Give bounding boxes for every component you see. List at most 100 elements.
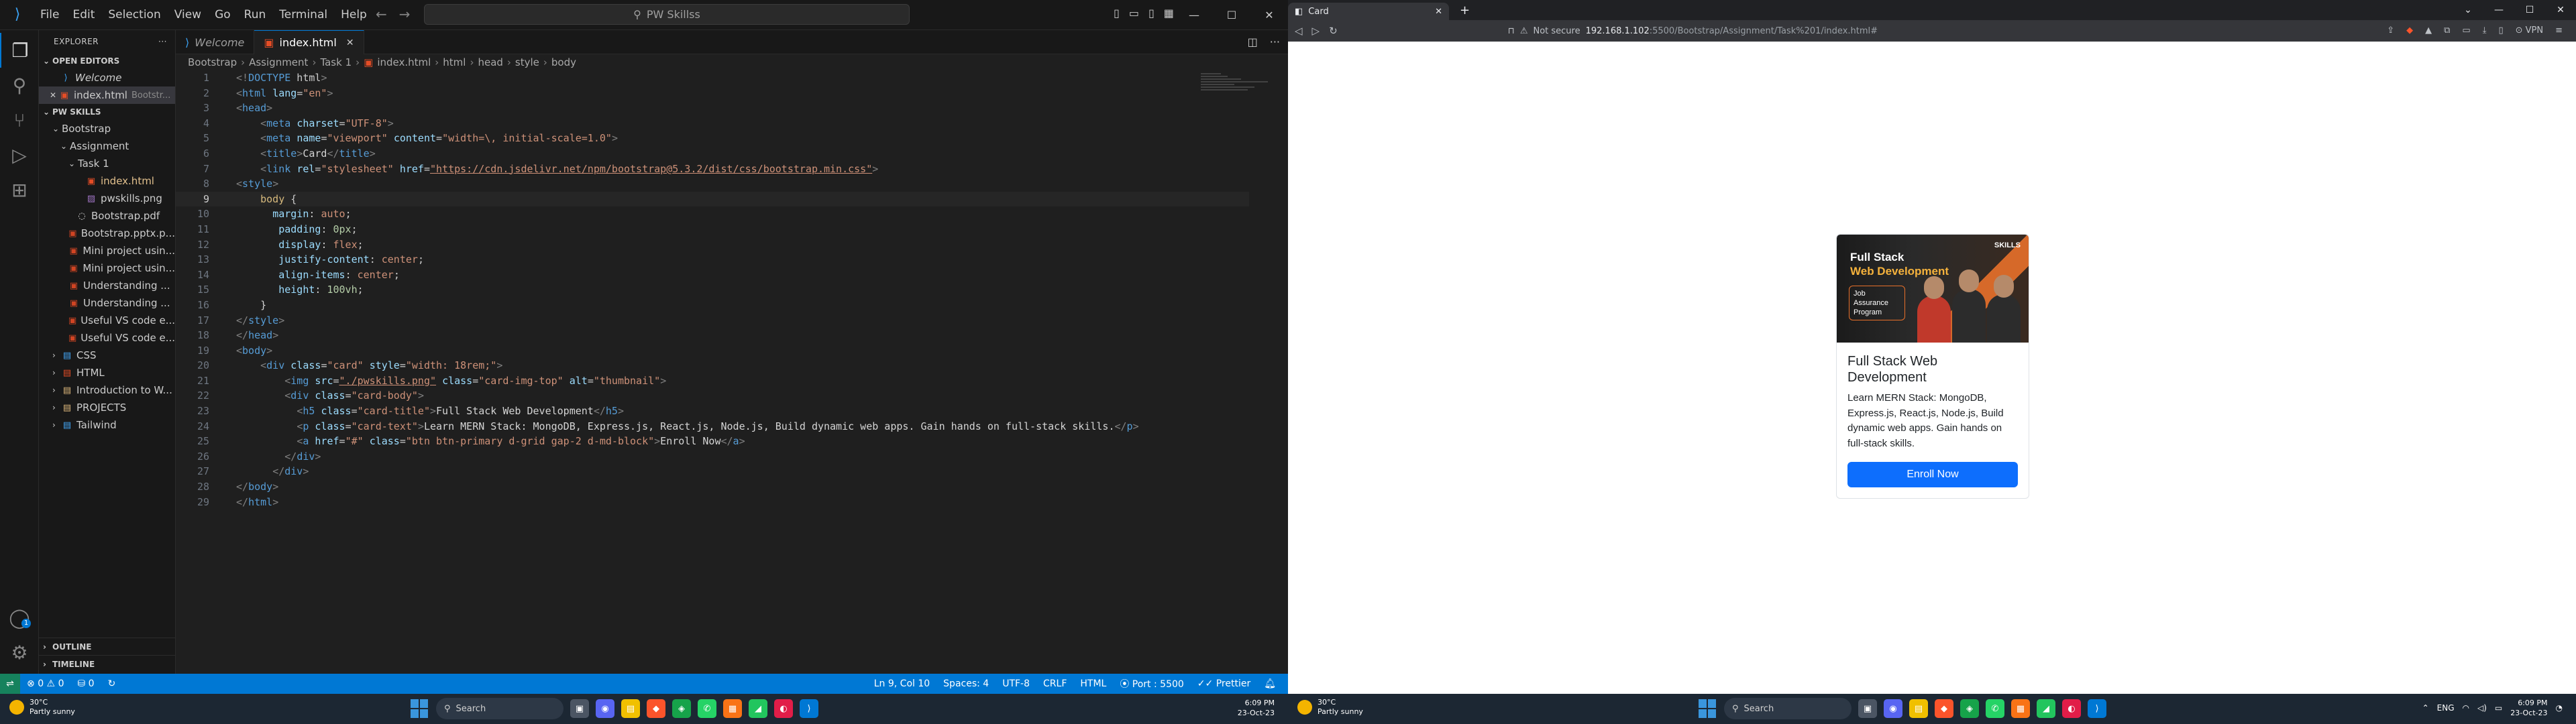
workspace-section[interactable]: ⌄ PW SKILLS bbox=[39, 104, 175, 120]
forward-arrow-icon[interactable]: → bbox=[399, 6, 411, 22]
vscode-taskbar-icon[interactable]: ⟩ bbox=[800, 699, 818, 718]
minimize-icon[interactable]: — bbox=[2483, 0, 2514, 20]
problems-status[interactable]: ⊗ 0 ⚠ 0 bbox=[20, 678, 70, 689]
app-icon[interactable]: ▦ bbox=[2011, 699, 2030, 718]
weather-widget[interactable]: 30°C Partly sunny bbox=[9, 698, 75, 717]
source-control-icon[interactable]: ⑂ bbox=[0, 103, 39, 137]
tree-folder[interactable]: › ▤ CSS bbox=[39, 347, 175, 364]
code-line[interactable]: 19 <body> bbox=[176, 343, 1249, 359]
tree-file[interactable]: ◌ Bootstrap.pdf bbox=[39, 207, 175, 225]
tree-file[interactable]: ▣ Useful VS code e... bbox=[39, 329, 175, 347]
code-line[interactable]: 7 <link rel="stylesheet" href="https://c… bbox=[176, 162, 1249, 177]
toggle-panel-icon[interactable]: ▭ bbox=[1129, 7, 1139, 19]
code-line[interactable]: 15 height: 100vh; bbox=[176, 282, 1249, 298]
app-icon[interactable]: ◢ bbox=[749, 699, 767, 718]
language-indicator[interactable]: ENG bbox=[2437, 703, 2455, 713]
code-line[interactable]: 16 } bbox=[176, 298, 1249, 313]
tree-file[interactable]: ▣ Understanding ... bbox=[39, 277, 175, 294]
download-icon[interactable]: ⤓ bbox=[2483, 25, 2487, 36]
encoding[interactable]: UTF-8 bbox=[996, 678, 1036, 689]
tree-folder[interactable]: › ▤ Tailwind bbox=[39, 416, 175, 434]
tree-folder[interactable]: › ▤ HTML bbox=[39, 364, 175, 381]
brave-shield-icon[interactable]: ◆ bbox=[2406, 25, 2413, 36]
search-icon[interactable]: ⚲ bbox=[0, 68, 39, 103]
tab-search-icon[interactable]: ⌄ bbox=[2453, 0, 2483, 20]
code-line[interactable]: 6 <title>Card</title> bbox=[176, 146, 1249, 162]
breadcrumb-item[interactable]: head bbox=[478, 56, 502, 68]
open-editor-welcome[interactable]: ⟩ Welcome bbox=[39, 69, 175, 86]
tree-folder[interactable]: › ▤ PROJECTS bbox=[39, 399, 175, 416]
app-icon[interactable]: ◈ bbox=[672, 699, 691, 718]
brave-browser-icon[interactable]: ◆ bbox=[1935, 699, 1953, 718]
code-line[interactable]: 29 </html> bbox=[176, 495, 1249, 510]
volume-icon[interactable]: ◁) bbox=[2477, 703, 2487, 713]
clock[interactable]: 6:09 PM 23-Oct-23 bbox=[2510, 698, 2547, 718]
extensions-icon[interactable]: ⊞ bbox=[0, 172, 39, 207]
breadcrumb-item[interactable]: html bbox=[443, 56, 466, 68]
forward-icon[interactable]: ▷ bbox=[1312, 25, 1320, 37]
command-center[interactable]: ⚲ PW Skillss bbox=[424, 4, 910, 25]
code-line[interactable]: 23 <h5 class="card-title">Full Stack Web… bbox=[176, 404, 1249, 419]
sync-icon[interactable]: ↻ bbox=[101, 678, 123, 689]
line-ending[interactable]: CRLF bbox=[1036, 678, 1073, 689]
close-tab-icon[interactable]: ✕ bbox=[1435, 7, 1442, 17]
minimize-icon[interactable]: — bbox=[1175, 0, 1213, 30]
toggle-sidebar-icon[interactable]: ▯ bbox=[1114, 7, 1120, 19]
menu-go[interactable]: Go bbox=[209, 4, 236, 25]
tree-folder[interactable]: ⌄ Bootstrap bbox=[39, 120, 175, 137]
code-line[interactable]: 22 <div class="card-body"> bbox=[176, 388, 1249, 404]
code-line[interactable]: 11 padding: 0px; bbox=[176, 222, 1249, 237]
code-line[interactable]: 9 body { bbox=[176, 191, 1249, 207]
code-line[interactable]: 21 <img src="./pwskills.png" class="card… bbox=[176, 373, 1249, 389]
taskbar-search[interactable]: ⚲ Search bbox=[436, 698, 564, 719]
windows-start-icon[interactable] bbox=[411, 699, 429, 718]
chevron-up-icon[interactable]: ⌃ bbox=[2422, 703, 2429, 713]
code-line[interactable]: 4 <meta charset="UTF-8"> bbox=[176, 116, 1249, 131]
app-icon[interactable]: ◈ bbox=[1960, 699, 1979, 718]
code-line[interactable]: 14 align-items: center; bbox=[176, 267, 1249, 283]
breadcrumb-item[interactable]: Bootstrap bbox=[188, 56, 237, 68]
close-icon[interactable]: ✕ bbox=[2545, 0, 2576, 20]
code-line[interactable]: 13 justify-content: center; bbox=[176, 252, 1249, 267]
whatsapp-icon[interactable]: ✆ bbox=[698, 699, 716, 718]
explorer-icon[interactable]: ❐ bbox=[0, 33, 39, 68]
battery-icon[interactable]: ▭ bbox=[2495, 703, 2502, 713]
chat-app-icon[interactable]: ◉ bbox=[1884, 699, 1902, 718]
breadcrumb-item[interactable]: index.html bbox=[377, 56, 431, 68]
app-icon[interactable]: ◢ bbox=[2037, 699, 2055, 718]
new-tab-icon[interactable]: + bbox=[1460, 3, 1470, 17]
enroll-now-button[interactable]: Enroll Now bbox=[1847, 462, 2018, 487]
tree-file[interactable]: ▣ Understanding ... bbox=[39, 294, 175, 312]
live-server-port[interactable]: ⦿ Port : 5500 bbox=[1113, 677, 1190, 690]
code-line[interactable]: 20 <div class="card" style="width: 18rem… bbox=[176, 358, 1249, 373]
tab-welcome[interactable]: ⟩ Welcome bbox=[176, 30, 255, 54]
code-line[interactable]: 24 <p class="card-text">Learn MERN Stack… bbox=[176, 419, 1249, 434]
split-editor-icon[interactable]: ◫ bbox=[1248, 36, 1258, 48]
whatsapp-icon[interactable]: ✆ bbox=[1986, 699, 2004, 718]
code-line[interactable]: 10 margin: auto; bbox=[176, 206, 1249, 222]
chat-app-icon[interactable]: ◉ bbox=[596, 699, 614, 718]
breadcrumb-item[interactable]: Task 1 bbox=[320, 56, 352, 68]
code-line[interactable]: 5 <meta name="viewport" content="width=\… bbox=[176, 131, 1249, 146]
code-line[interactable]: 18 </head> bbox=[176, 328, 1249, 343]
menu-terminal[interactable]: Terminal bbox=[274, 4, 333, 25]
clock[interactable]: 6:09 PM 23-Oct-23 bbox=[1238, 698, 1275, 718]
vpn-button[interactable]: ⊙ VPN bbox=[2516, 25, 2544, 36]
prettier-status[interactable]: ✓✓ Prettier bbox=[1191, 678, 1257, 689]
remote-icon[interactable]: ⇌ bbox=[0, 674, 20, 694]
menu-view[interactable]: View bbox=[169, 4, 207, 25]
more-actions-icon[interactable]: ··· bbox=[1270, 36, 1280, 48]
back-icon[interactable]: ◁ bbox=[1295, 25, 1303, 37]
code-editor[interactable]: 1 <!DOCTYPE html> 2 <html lang="en"> 3 <head>… bbox=[176, 70, 1249, 509]
tab-index-html[interactable]: ▣ index.html ✕ bbox=[254, 30, 364, 54]
code-line[interactable]: 25 <a href="#" class="btn btn-primary d-… bbox=[176, 434, 1249, 449]
tree-folder[interactable]: ⌄ Task 1 bbox=[39, 155, 175, 172]
tree-file[interactable]: ▣ index.html bbox=[39, 172, 175, 190]
breadcrumb-item[interactable]: Assignment bbox=[249, 56, 308, 68]
tree-file[interactable]: ▣ Useful VS code e... bbox=[39, 312, 175, 329]
task-view-icon[interactable]: ▣ bbox=[1858, 699, 1877, 718]
cursor-position[interactable]: Ln 9, Col 10 bbox=[867, 678, 936, 689]
tree-folder[interactable]: ⌄ Assignment bbox=[39, 137, 175, 155]
timeline-section[interactable]: › TIMELINE bbox=[39, 655, 176, 672]
address-bar[interactable]: ⊓ ⚠ Not secure 192.168.1.102:5500/Bootst… bbox=[1508, 26, 1878, 36]
